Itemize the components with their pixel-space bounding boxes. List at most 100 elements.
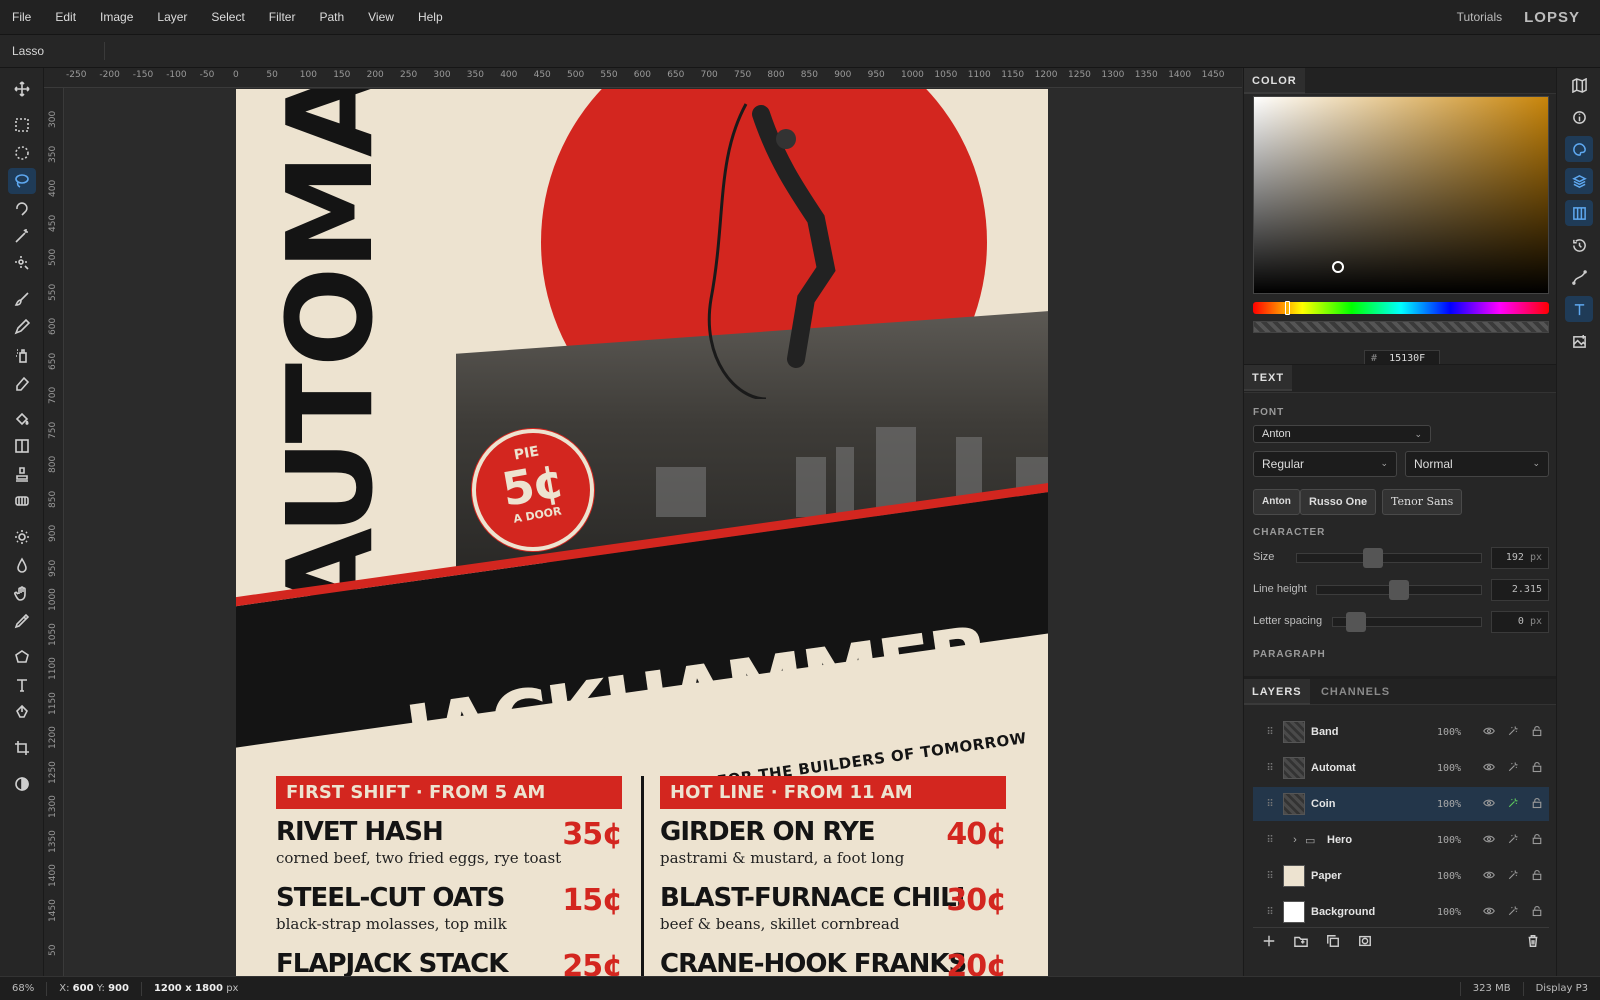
poster-document[interactable]: AUTOMAT PIE 5¢ A DOOR JACKHAMMER FUEL FO… <box>236 89 1048 976</box>
eye-icon[interactable] <box>1477 905 1501 920</box>
color-picker-handle[interactable] <box>1332 261 1344 273</box>
fx-icon[interactable] <box>1501 833 1525 848</box>
layer-opacity[interactable]: 100% <box>1437 835 1477 846</box>
duplicate-layer-button[interactable] <box>1317 934 1349 951</box>
layer-row[interactable]: ⠿ Background 100% <box>1253 895 1549 929</box>
layer-mask-button[interactable] <box>1349 934 1381 951</box>
image-panel-icon[interactable] <box>1565 328 1593 354</box>
letter-spacing-slider-knob[interactable] <box>1345 612 1366 632</box>
tutorials-link[interactable]: Tutorials <box>1457 10 1503 24</box>
zoom-level[interactable]: 68% <box>0 981 48 996</box>
size-input[interactable]: 192 px <box>1491 547 1549 569</box>
eye-icon[interactable] <box>1477 833 1501 848</box>
layer-opacity[interactable]: 100% <box>1437 799 1477 810</box>
shape-icon[interactable] <box>8 644 36 670</box>
crop-icon[interactable] <box>8 735 36 761</box>
tab-color[interactable]: COLOR <box>1244 68 1305 94</box>
ruler-vertical[interactable]: 300 350 400 450 500 550 600 650 700 750 800 850 900 9… <box>44 88 64 976</box>
chevron-right-icon[interactable]: › <box>1285 834 1305 846</box>
menu-image[interactable]: Image <box>88 10 145 24</box>
pencil-icon[interactable] <box>8 314 36 340</box>
quick-select-icon[interactable] <box>8 250 36 276</box>
lock-icon[interactable] <box>1525 797 1549 812</box>
eraser-icon[interactable] <box>8 370 36 396</box>
stamp-icon[interactable] <box>8 461 36 487</box>
channels-icon[interactable] <box>1565 200 1593 226</box>
patch-icon[interactable] <box>8 488 36 514</box>
ruler-horizontal[interactable]: -250 -200 -150 -100 -50 0 50 100 150 200 250 300 350… <box>44 68 1242 88</box>
fx-icon[interactable] <box>1501 869 1525 884</box>
drag-handle-icon[interactable]: ⠿ <box>1261 835 1279 846</box>
bucket-icon[interactable] <box>8 406 36 432</box>
gradient-icon[interactable] <box>8 433 36 459</box>
recent-font-chip[interactable]: Anton <box>1253 489 1300 515</box>
dodge-icon[interactable] <box>8 524 36 550</box>
blur-icon[interactable] <box>8 552 36 578</box>
layer-row[interactable]: ⠿ Automat 100% <box>1253 751 1549 785</box>
layer-row[interactable]: ⠿ Coin 100% <box>1253 787 1549 821</box>
history-icon[interactable] <box>1565 232 1593 258</box>
drag-handle-icon[interactable]: ⠿ <box>1261 727 1279 738</box>
size-slider[interactable] <box>1296 548 1482 568</box>
recent-font-chip[interactable]: Russo One <box>1300 489 1377 515</box>
hue-slider[interactable] <box>1253 301 1549 315</box>
lasso-icon[interactable] <box>8 168 36 194</box>
lock-icon[interactable] <box>1525 833 1549 848</box>
spray-icon[interactable] <box>8 342 36 368</box>
layer-row[interactable]: ⠿ Band 100% <box>1253 715 1549 749</box>
fx-icon[interactable] <box>1501 761 1525 776</box>
drag-handle-icon[interactable]: ⠿ <box>1261 799 1279 810</box>
tab-channels[interactable]: CHANNELS <box>1313 679 1398 705</box>
fx-icon[interactable] <box>1501 797 1525 812</box>
magnetic-lasso-icon[interactable] <box>8 195 36 221</box>
move-icon[interactable] <box>8 76 36 102</box>
lock-icon[interactable] <box>1525 761 1549 776</box>
tab-layers[interactable]: LAYERS <box>1244 679 1310 705</box>
layer-row[interactable]: ⠿ Paper 100% <box>1253 859 1549 893</box>
delete-layer-button[interactable] <box>1517 934 1549 951</box>
ellipse-select-icon[interactable] <box>8 140 36 166</box>
alpha-slider[interactable] <box>1253 321 1549 333</box>
recent-font-chip[interactable]: Tenor Sans <box>1382 489 1463 515</box>
drag-handle-icon[interactable]: ⠿ <box>1261 763 1279 774</box>
menu-path[interactable]: Path <box>307 10 356 24</box>
layer-opacity[interactable]: 100% <box>1437 763 1477 774</box>
brush-icon[interactable] <box>8 286 36 312</box>
line-height-input[interactable]: 2.315 <box>1491 579 1549 601</box>
layer-row[interactable]: ⠿ › ▭ Hero 100% <box>1253 823 1549 857</box>
palette-icon[interactable] <box>1565 136 1593 162</box>
layer-opacity[interactable]: 100% <box>1437 871 1477 882</box>
menu-help[interactable]: Help <box>406 10 455 24</box>
lock-icon[interactable] <box>1525 725 1549 740</box>
info-icon[interactable] <box>1565 104 1593 130</box>
layers-icon[interactable] <box>1565 168 1593 194</box>
contrast-icon[interactable] <box>8 771 36 797</box>
eyedropper-icon[interactable] <box>8 608 36 634</box>
add-layer-button[interactable] <box>1253 934 1285 951</box>
pen-icon[interactable] <box>8 699 36 725</box>
hand-icon[interactable] <box>8 580 36 606</box>
font-style-select[interactable]: Regular ⌄ <box>1253 451 1397 477</box>
size-slider-knob[interactable] <box>1362 548 1383 568</box>
eye-icon[interactable] <box>1477 869 1501 884</box>
fx-icon[interactable] <box>1501 905 1525 920</box>
eye-icon[interactable] <box>1477 797 1501 812</box>
drag-handle-icon[interactable]: ⠿ <box>1261 907 1279 918</box>
type-icon[interactable] <box>8 672 36 698</box>
new-group-button[interactable] <box>1285 934 1317 951</box>
lock-icon[interactable] <box>1525 869 1549 884</box>
color-picker-square[interactable] <box>1253 96 1549 294</box>
hue-handle[interactable] <box>1284 301 1290 315</box>
eye-icon[interactable] <box>1477 725 1501 740</box>
font-weight-select[interactable]: Normal ⌄ <box>1405 451 1549 477</box>
menu-file[interactable]: File <box>0 10 43 24</box>
text-panel-icon[interactable] <box>1565 296 1593 322</box>
layer-opacity[interactable]: 100% <box>1437 727 1477 738</box>
lock-icon[interactable] <box>1525 905 1549 920</box>
paths-icon[interactable] <box>1565 264 1593 290</box>
menu-select[interactable]: Select <box>199 10 256 24</box>
line-height-slider-knob[interactable] <box>1389 580 1409 600</box>
eye-icon[interactable] <box>1477 761 1501 776</box>
menu-view[interactable]: View <box>356 10 406 24</box>
drag-handle-icon[interactable]: ⠿ <box>1261 871 1279 882</box>
